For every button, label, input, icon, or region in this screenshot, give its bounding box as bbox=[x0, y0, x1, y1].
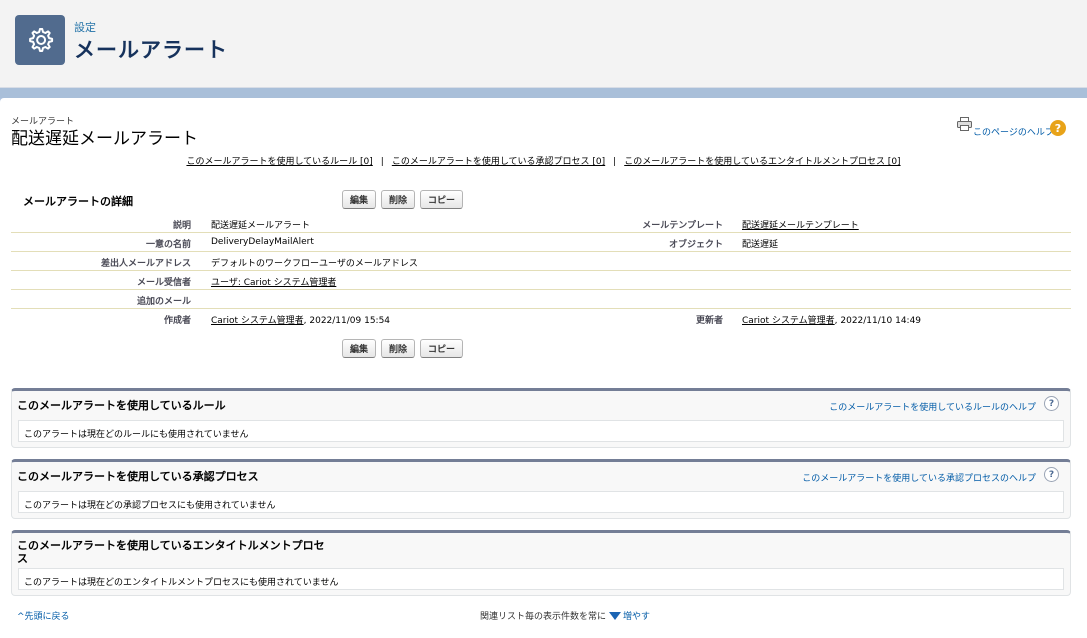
detail-row: メール受信者 ユーザ: Cariot システム管理者 bbox=[11, 271, 1071, 290]
email-template-link[interactable]: 配送遅延メールテンプレート bbox=[742, 218, 859, 231]
related-list-body: このアラートは現在どの承認プロセスにも使用されていません bbox=[18, 491, 1064, 513]
related-list-help-link[interactable]: このメールアラートを使用しているルールのヘルプ bbox=[829, 400, 1036, 413]
field-label: 説明 bbox=[172, 221, 191, 231]
triangle-down-icon[interactable] bbox=[609, 612, 622, 620]
related-list-body: このアラートは現在どのルールにも使用されていません bbox=[18, 420, 1064, 442]
modified-by-link[interactable]: Cariot システム管理者 bbox=[742, 316, 835, 326]
page-help-link[interactable]: このページのヘルプ bbox=[973, 125, 1054, 138]
field-value: 配送遅延 bbox=[742, 240, 779, 250]
detail-row: 追加のメール bbox=[11, 290, 1071, 309]
help-icon[interactable]: ? bbox=[1050, 120, 1066, 136]
edit-button[interactable]: 編集 bbox=[342, 190, 377, 209]
detail-row: 差出人メールアドレス デフォルトのワークフローユーザのメールアドレス bbox=[11, 252, 1071, 271]
setup-tile bbox=[15, 15, 65, 65]
detail-section-title: メールアラートの詳細 bbox=[23, 195, 133, 208]
page-header-title: メールアラート bbox=[74, 38, 228, 62]
gear-icon bbox=[29, 28, 54, 52]
field-label: 追加のメール bbox=[136, 297, 191, 307]
related-list-title: このメールアラートを使用しているルール bbox=[17, 399, 226, 412]
question-icon[interactable]: ? bbox=[1044, 396, 1059, 411]
field-value: 配送遅延メールアラート bbox=[211, 221, 311, 231]
empty-message: このアラートは現在どの承認プロセスにも使用されていません bbox=[24, 501, 276, 511]
field-value: DeliveryDelayMailAlert bbox=[211, 237, 314, 247]
question-icon[interactable]: ? bbox=[1044, 467, 1059, 482]
edit-button[interactable]: 編集 bbox=[342, 339, 377, 358]
related-list-links: このメールアラートを使用しているルール [0] | このメールアラートを使用している… bbox=[0, 154, 1087, 167]
recipient-link[interactable]: ユーザ: Cariot システム管理者 bbox=[211, 275, 336, 288]
related-list-body: このアラートは現在どのエンタイトルメントプロセスにも使用されていません bbox=[18, 568, 1064, 590]
printer-icon[interactable] bbox=[957, 117, 972, 131]
related-list-title: このメールアラートを使用している承認プロセス bbox=[17, 470, 259, 483]
related-list-entitlement: このメールアラートを使用しているエンタイトルメントプロセス このアラートは現在ど… bbox=[11, 530, 1071, 596]
decorative-band bbox=[0, 88, 1087, 98]
field-label: メール受信者 bbox=[136, 278, 191, 288]
field-value: デフォルトのワークフローユーザのメールアドレス bbox=[211, 259, 418, 269]
detail-row: 作成者 Cariot システム管理者, 2022/11/09 15:54 更新者… bbox=[11, 309, 1071, 328]
copy-button[interactable]: コピー bbox=[420, 190, 464, 209]
field-label: 更新者 bbox=[695, 316, 723, 326]
page-title: 配送遅延メールアラート bbox=[11, 129, 198, 149]
separator: | bbox=[380, 157, 384, 167]
delete-button[interactable]: 削除 bbox=[381, 190, 416, 209]
setup-header: 設定 メールアラート bbox=[0, 0, 1087, 88]
empty-message: このアラートは現在どのルールにも使用されていません bbox=[24, 430, 249, 440]
back-to-top-label: 先頭に戻る bbox=[24, 612, 70, 622]
empty-message: このアラートは現在どのエンタイトルメントプロセスにも使用されていません bbox=[24, 578, 339, 588]
modified-date: , 2022/11/10 14:49 bbox=[834, 316, 922, 326]
field-value: Cariot システム管理者, 2022/11/09 15:54 bbox=[211, 313, 390, 326]
detail-button-row-bottom: 編集 削除 コピー bbox=[342, 339, 464, 358]
breadcrumb[interactable]: 設定 bbox=[74, 19, 96, 35]
field-label: 差出人メールアドレス bbox=[100, 259, 191, 269]
delete-button[interactable]: 削除 bbox=[381, 339, 416, 358]
field-label: オブジェクト bbox=[668, 240, 723, 250]
related-list-approval: このメールアラートを使用している承認プロセス このメールアラートを使用している承… bbox=[11, 459, 1071, 519]
related-list-help-link[interactable]: このメールアラートを使用している承認プロセスのヘルプ bbox=[802, 471, 1036, 484]
caret-up-icon: ^ bbox=[17, 612, 25, 622]
copy-button[interactable]: コピー bbox=[420, 339, 464, 358]
related-list-rules: このメールアラートを使用しているルール このメールアラートを使用しているルールの… bbox=[11, 388, 1071, 448]
related-list-title: このメールアラートを使用しているエンタイトルメントプロセス bbox=[17, 539, 325, 565]
created-date: , 2022/11/09 15:54 bbox=[303, 316, 391, 326]
entitlement-link[interactable]: このメールアラートを使用しているエンタイトルメントプロセス [0] bbox=[624, 157, 900, 167]
separator: | bbox=[613, 157, 617, 167]
detail-row: 説明 配送遅延メールアラート メールテンプレート 配送遅延メールテンプレート bbox=[11, 214, 1071, 233]
field-label: メールテンプレート bbox=[642, 221, 723, 231]
field-value: Cariot システム管理者, 2022/11/10 14:49 bbox=[742, 313, 921, 326]
rules-link[interactable]: このメールアラートを使用しているルール [0] bbox=[186, 157, 372, 167]
show-more-link[interactable]: 増やす bbox=[623, 612, 650, 622]
detail-button-row-top: 編集 削除 コピー bbox=[342, 190, 464, 209]
field-label: 一意の名前 bbox=[145, 240, 191, 250]
show-more-control: 関連リスト毎の表示件数を常に 増やす bbox=[480, 609, 650, 622]
approval-link[interactable]: このメールアラートを使用している承認プロセス [0] bbox=[392, 157, 605, 167]
show-more-prefix: 関連リスト毎の表示件数を常に bbox=[480, 612, 607, 622]
back-to-top-link[interactable]: ^先頭に戻る bbox=[17, 609, 70, 622]
detail-row: 一意の名前 DeliveryDelayMailAlert オブジェクト 配送遅延 bbox=[11, 233, 1071, 252]
main-panel: メールアラート 配送遅延メールアラート このページのヘルプ ? このメールアラー… bbox=[0, 98, 1087, 638]
detail-table: 説明 配送遅延メールアラート メールテンプレート 配送遅延メールテンプレート 一… bbox=[11, 214, 1071, 328]
field-label: 作成者 bbox=[163, 316, 191, 326]
created-by-link[interactable]: Cariot システム管理者 bbox=[211, 316, 304, 326]
